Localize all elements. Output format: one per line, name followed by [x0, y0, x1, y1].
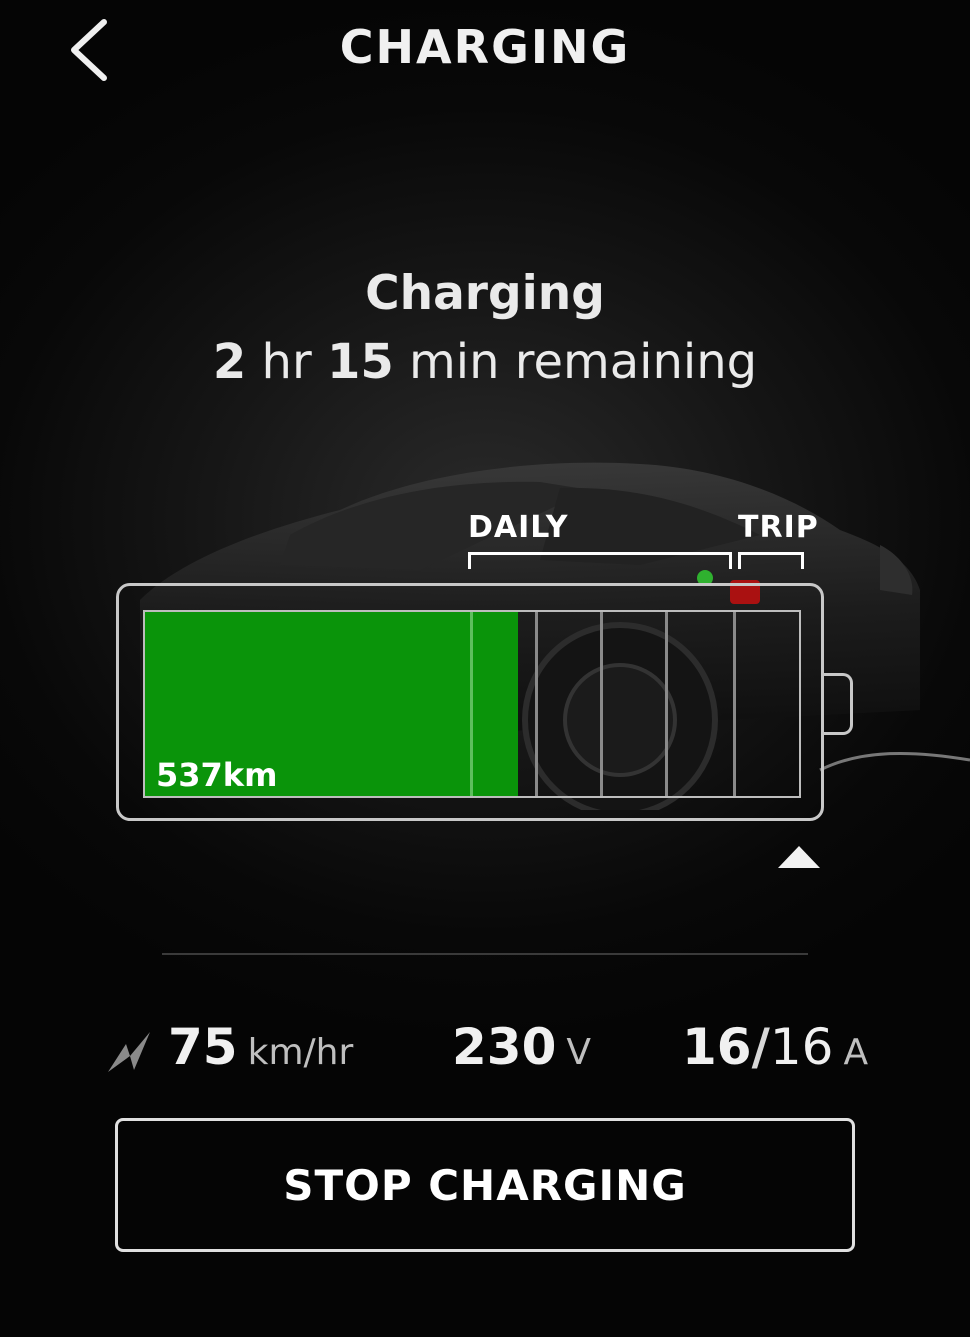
- current: 16/16 A: [682, 1018, 868, 1076]
- segment-line: [665, 612, 668, 796]
- charging-bolt-icon: [108, 1032, 150, 1072]
- segment-line: [600, 612, 603, 796]
- voltage-value: 230: [452, 1018, 557, 1076]
- remaining-hours: 2: [212, 334, 247, 390]
- divider: [162, 953, 808, 955]
- voltage: 230 V: [452, 1018, 591, 1076]
- stop-charging-button[interactable]: STOP CHARGING: [115, 1118, 855, 1252]
- charge-rate: 75 km/hr: [168, 1018, 353, 1076]
- remaining-minutes: 15: [326, 334, 394, 390]
- battery-terminal: [823, 673, 853, 735]
- segment-line: [733, 612, 736, 796]
- trip-bracket: [738, 552, 804, 569]
- rate-unit: km/hr: [247, 1032, 354, 1073]
- segment-line: [470, 612, 473, 796]
- charge-limit-arrow-icon[interactable]: [778, 846, 820, 868]
- minutes-unit: min remaining: [409, 334, 758, 390]
- daily-label: DAILY: [468, 510, 569, 545]
- page-title: CHARGING: [339, 20, 631, 74]
- rate-value: 75: [168, 1018, 238, 1076]
- current-max: 16: [769, 1018, 834, 1076]
- range-label: 537km: [156, 756, 278, 794]
- charging-status-title: Charging: [365, 266, 605, 321]
- current-actual: 16: [682, 1018, 752, 1076]
- voltage-unit: V: [566, 1032, 592, 1073]
- daily-bracket: [468, 552, 732, 569]
- current-slash: /: [751, 1018, 770, 1076]
- current-unit: A: [843, 1032, 869, 1073]
- trip-label: TRIP: [738, 510, 819, 545]
- time-remaining: 2 hr 15 min remaining: [0, 334, 970, 390]
- hours-unit: hr: [261, 334, 312, 390]
- segment-line: [535, 612, 538, 796]
